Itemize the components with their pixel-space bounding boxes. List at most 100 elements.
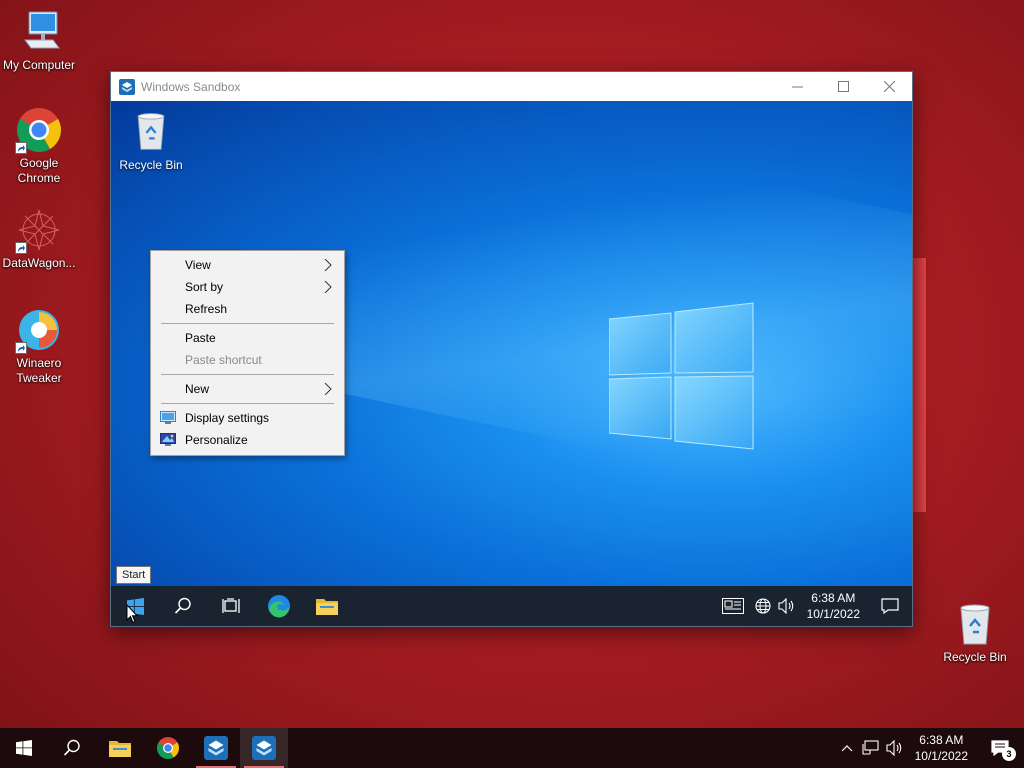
datawagon-icon	[15, 206, 63, 254]
menu-item-display-settings[interactable]: Display settings	[151, 407, 344, 429]
menu-item-view[interactable]: View	[151, 254, 344, 276]
menu-separator	[161, 403, 334, 404]
chrome-icon	[157, 737, 179, 759]
clock-date: 10/1/2022	[806, 607, 860, 621]
desktop-icon-winaero-tweaker[interactable]: Winaero Tweaker	[0, 306, 78, 386]
minimize-button[interactable]	[774, 72, 820, 101]
sandbox-app-icon	[204, 736, 228, 760]
close-button[interactable]	[866, 72, 912, 101]
folder-icon	[316, 599, 338, 615]
clock-date: 10/1/2022	[914, 749, 968, 763]
chevron-right-icon	[324, 383, 332, 395]
desktop-icon-label: Google Chrome	[17, 156, 61, 185]
menu-item-label: New	[185, 382, 210, 396]
host-taskbar: 6:38 AM 10/1/2022 3	[0, 728, 1024, 768]
close-icon	[883, 81, 895, 92]
recycle-bin-icon	[137, 113, 165, 150]
show-hidden-icons-button[interactable]	[835, 728, 859, 768]
chevron-right-icon	[324, 259, 332, 271]
host-clock[interactable]: 6:38 AM 10/1/2022	[907, 732, 976, 764]
chevron-up-icon	[841, 745, 853, 752]
desktop-icon-label: My Computer	[2, 58, 76, 72]
guest-recycle-bin[interactable]: Recycle Bin	[119, 109, 183, 172]
menu-item-new[interactable]: New	[151, 378, 344, 400]
desktop-icon-label: Recycle Bin	[119, 158, 183, 172]
shortcut-arrow-icon	[15, 242, 27, 254]
search-button[interactable]	[159, 586, 207, 626]
host-start-button[interactable]	[0, 728, 48, 768]
maximize-button[interactable]	[820, 72, 866, 101]
chrome-icon	[15, 106, 63, 154]
network-button[interactable]	[751, 586, 775, 626]
desktop-icon-my-computer[interactable]: My Computer	[0, 8, 78, 73]
globe-icon	[755, 598, 771, 614]
folder-icon	[109, 741, 131, 757]
action-center-button[interactable]	[868, 586, 912, 626]
menu-item-label: View	[185, 258, 211, 272]
menu-item-label: Sort by	[185, 280, 224, 294]
display-settings-icon	[160, 411, 176, 424]
menu-item-sort-by[interactable]: Sort by	[151, 276, 344, 298]
menu-item-label: Paste shortcut	[185, 353, 262, 367]
desktop-icon-label: DataWagon...	[2, 256, 76, 270]
clock-time: 6:38 AM	[811, 591, 856, 605]
maximize-icon	[837, 81, 849, 92]
edge-icon	[268, 595, 290, 618]
notification-count-badge: 3	[1002, 747, 1016, 761]
news-interests-button[interactable]	[715, 586, 751, 626]
clock-time: 6:38 AM	[919, 733, 964, 747]
host-search-button[interactable]	[48, 728, 96, 768]
host-volume-button[interactable]	[883, 728, 907, 768]
speaker-icon	[778, 598, 793, 614]
desktop-context-menu: View Sort by Refresh Paste Paste shortcu…	[150, 250, 345, 456]
start-tooltip: Start	[116, 566, 152, 584]
windows-logo-wallpaper	[609, 302, 754, 450]
volume-button[interactable]	[775, 586, 799, 626]
menu-item-label: Personalize	[185, 433, 248, 447]
menu-separator	[161, 374, 334, 375]
menu-item-paste[interactable]: Paste	[151, 327, 344, 349]
speaker-icon	[886, 740, 901, 756]
menu-item-refresh[interactable]: Refresh	[151, 298, 344, 320]
menu-item-paste-shortcut: Paste shortcut	[151, 349, 344, 371]
minimize-icon	[791, 86, 803, 88]
guest-clock[interactable]: 6:38 AM 10/1/2022	[799, 590, 868, 622]
menu-item-label: Display settings	[185, 411, 270, 425]
ethernet-icon	[862, 740, 879, 755]
host-network-button[interactable]	[859, 728, 883, 768]
task-view-icon	[222, 598, 240, 613]
search-icon	[63, 739, 80, 756]
desktop-icon-label: Recycle Bin	[943, 650, 1007, 664]
background-decoration	[912, 258, 926, 512]
menu-item-personalize[interactable]: Personalize	[151, 429, 344, 451]
desktop-icon-datawagon[interactable]: DataWagon...	[0, 206, 78, 271]
desktop-icon-recycle-bin[interactable]: Recycle Bin	[936, 600, 1014, 665]
menu-item-label: Paste	[185, 331, 216, 345]
search-icon	[174, 597, 191, 614]
menu-item-label: Refresh	[185, 302, 228, 316]
file-explorer-taskbar-button[interactable]	[303, 586, 351, 626]
guest-taskbar: 6:38 AM 10/1/2022	[111, 586, 912, 626]
edge-taskbar-button[interactable]	[255, 586, 303, 626]
winaero-icon	[15, 306, 63, 354]
host-sandbox-button-1[interactable]	[192, 728, 240, 768]
host-action-center-button[interactable]: 3	[976, 728, 1024, 768]
sandbox-app-icon	[252, 736, 276, 760]
host-file-explorer-button[interactable]	[96, 728, 144, 768]
host-chrome-button[interactable]	[144, 728, 192, 768]
menu-separator	[161, 323, 334, 324]
chevron-right-icon	[324, 281, 332, 293]
window-titlebar[interactable]: Windows Sandbox	[111, 72, 912, 101]
shortcut-arrow-icon	[15, 342, 27, 354]
windows-start-icon	[16, 740, 32, 756]
recycle-bin-icon	[951, 600, 999, 648]
task-view-button[interactable]	[207, 586, 255, 626]
shortcut-arrow-icon	[15, 142, 27, 154]
sandbox-app-icon	[119, 78, 135, 95]
desktop-icon-label: Winaero Tweaker	[16, 356, 62, 385]
mouse-cursor-icon	[126, 604, 138, 624]
host-sandbox-button-2[interactable]	[240, 728, 288, 768]
window-title: Windows Sandbox	[141, 79, 241, 94]
personalize-icon	[160, 433, 176, 446]
desktop-icon-google-chrome[interactable]: Google Chrome	[0, 106, 78, 186]
